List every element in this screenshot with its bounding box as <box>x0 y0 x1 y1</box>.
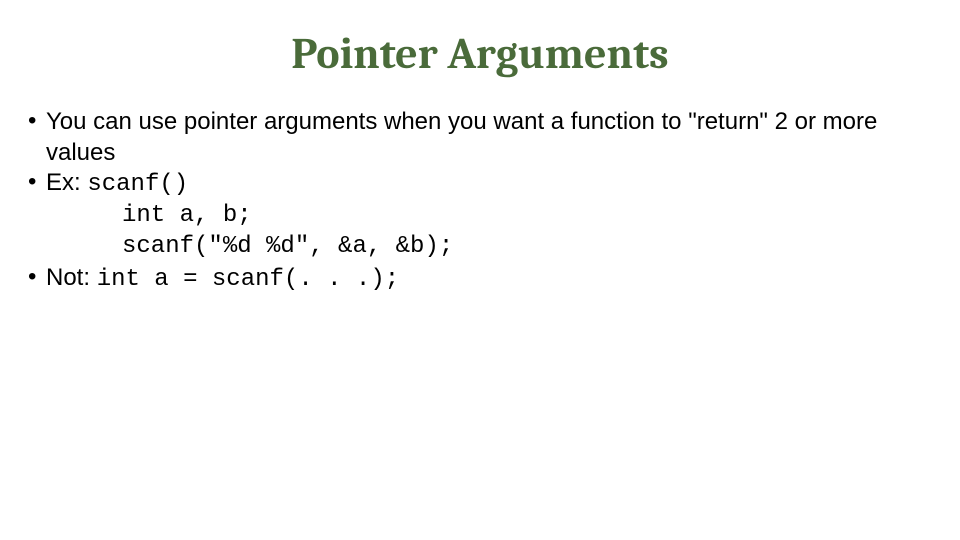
bullet-2-prefix: Ex: <box>46 169 87 196</box>
bullet-text-1: You can use pointer arguments when you w… <box>46 107 932 168</box>
code-line-1: int a, b; <box>28 201 932 232</box>
bullet-icon: • <box>28 106 46 137</box>
bullet-item-2: • Ex: scanf() <box>28 168 932 201</box>
bullet-2-code: scanf() <box>87 171 188 198</box>
bullet-icon: • <box>28 167 46 198</box>
bullet-item-3: • Not: int a = scanf(. . .); <box>28 263 932 296</box>
bullet-3-code: int a = scanf(. . .); <box>97 266 399 293</box>
slide: Pointer Arguments • You can use pointer … <box>0 28 960 540</box>
bullet-text-2: Ex: scanf() <box>46 168 932 201</box>
bullet-text-3: Not: int a = scanf(. . .); <box>46 263 932 296</box>
slide-title: Pointer Arguments <box>0 28 960 79</box>
slide-content: • You can use pointer arguments when you… <box>0 107 960 295</box>
code-line-2: scanf("%d %d", &a, &b); <box>28 232 932 263</box>
bullet-item-1: • You can use pointer arguments when you… <box>28 107 932 168</box>
bullet-icon: • <box>28 262 46 293</box>
bullet-3-prefix: Not: <box>46 264 97 291</box>
